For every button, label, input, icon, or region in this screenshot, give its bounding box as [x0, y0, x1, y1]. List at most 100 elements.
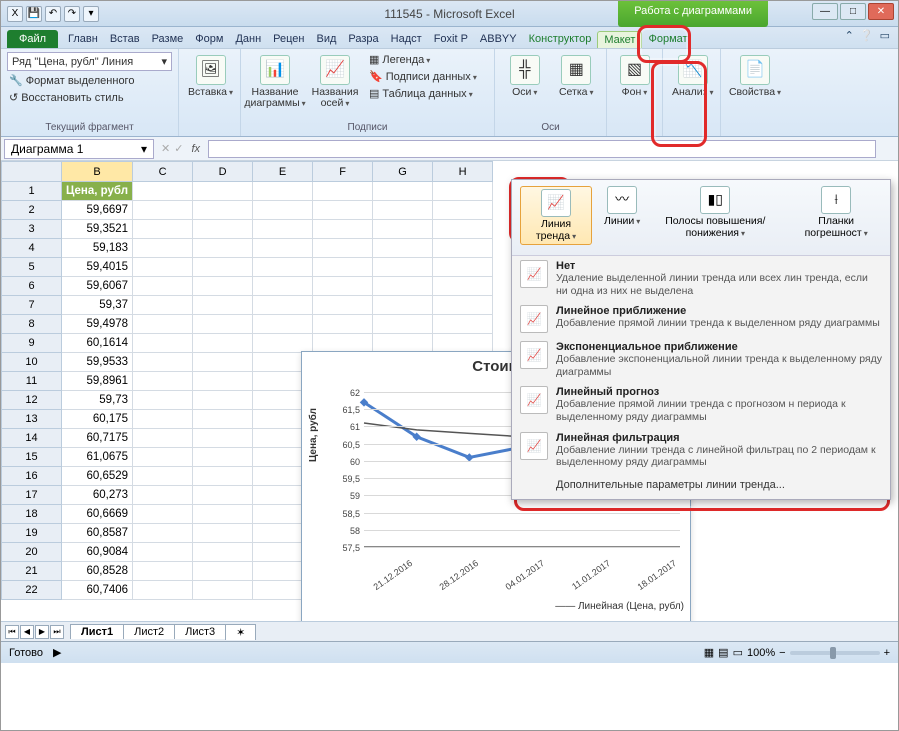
- name-box[interactable]: Диаграмма 1▾: [4, 139, 154, 159]
- tab-foxit[interactable]: Foxit P: [428, 30, 474, 48]
- row-header[interactable]: 6: [2, 277, 62, 296]
- tab-data[interactable]: Данн: [229, 30, 267, 48]
- cell-B13[interactable]: 60,175: [62, 410, 133, 429]
- col-header-G[interactable]: G: [373, 162, 433, 182]
- cell-B5[interactable]: 59,4015: [62, 258, 133, 277]
- row-header[interactable]: 4: [2, 239, 62, 258]
- zoom-in-button[interactable]: +: [884, 647, 890, 659]
- data-labels-button[interactable]: 🔖 Подписи данных: [367, 69, 479, 84]
- sheet-tab-1[interactable]: Лист1: [70, 624, 124, 639]
- cell-B8[interactable]: 59,4978: [62, 315, 133, 334]
- ribbon-minimize-icon[interactable]: ⌃: [845, 29, 854, 42]
- row-header[interactable]: 14: [2, 429, 62, 448]
- row-header[interactable]: 16: [2, 467, 62, 486]
- legend-button[interactable]: ▦ Легенда: [367, 52, 479, 67]
- window-options-icon[interactable]: ▭: [880, 29, 890, 42]
- trendline-option[interactable]: 📈 НетУдаление выделенной линии тренда ил…: [512, 256, 890, 301]
- col-header-E[interactable]: E: [253, 162, 313, 182]
- row-header[interactable]: 9: [2, 334, 62, 353]
- sheet-nav-first[interactable]: ⏮: [5, 625, 19, 639]
- tab-pagelayout[interactable]: Разме: [146, 30, 190, 48]
- file-tab[interactable]: Файл: [7, 30, 58, 48]
- tab-chart-design[interactable]: Конструктор: [523, 30, 598, 48]
- tab-home[interactable]: Главн: [62, 30, 104, 48]
- row-header[interactable]: 11: [2, 372, 62, 391]
- sheet-tab-2[interactable]: Лист2: [123, 624, 175, 639]
- cell-B18[interactable]: 60,6669: [62, 505, 133, 524]
- col-header-D[interactable]: D: [193, 162, 253, 182]
- cell-B17[interactable]: 60,273: [62, 486, 133, 505]
- tab-insert[interactable]: Встав: [104, 30, 146, 48]
- row-header[interactable]: 18: [2, 505, 62, 524]
- cell-B14[interactable]: 60,7175: [62, 429, 133, 448]
- macro-record-icon[interactable]: ▶: [53, 646, 61, 659]
- gridlines-button[interactable]: ▦Сетка: [553, 52, 601, 99]
- tab-review[interactable]: Рецен: [267, 30, 310, 48]
- sheet-tab-3[interactable]: Лист3: [174, 624, 226, 639]
- cell-B9[interactable]: 60,1614: [62, 334, 133, 353]
- row-header[interactable]: 3: [2, 220, 62, 239]
- cell-B2[interactable]: 59,6697: [62, 201, 133, 220]
- row-header[interactable]: 13: [2, 410, 62, 429]
- formula-input[interactable]: [208, 140, 876, 158]
- undo-icon[interactable]: ↶: [45, 6, 61, 22]
- lines-button[interactable]: 〰Линии: [604, 186, 640, 228]
- cell-B10[interactable]: 59,9533: [62, 353, 133, 372]
- tab-chart-layout[interactable]: Макет: [597, 31, 642, 48]
- trendline-option[interactable]: 📈 Экспоненциальное приближениеДобавление…: [512, 337, 890, 382]
- tab-chart-format[interactable]: Формат: [642, 30, 693, 48]
- cell-B7[interactable]: 59,37: [62, 296, 133, 315]
- reset-style-button[interactable]: ↺ Восстановить стиль: [7, 90, 172, 105]
- save-icon[interactable]: 💾: [26, 6, 42, 22]
- col-header-C[interactable]: C: [133, 162, 193, 182]
- updown-bars-button[interactable]: ▮▯Полосы повышения/понижения: [652, 186, 778, 239]
- axis-titles-button[interactable]: 📈Названия осей: [307, 52, 363, 110]
- maximize-button[interactable]: □: [840, 3, 866, 20]
- axes-button[interactable]: ╬Оси: [501, 52, 549, 99]
- insert-shape-button[interactable]: 🖼Вставка: [185, 52, 236, 99]
- qat-more-icon[interactable]: ▾: [83, 6, 99, 22]
- sheet-nav-next[interactable]: ▶: [35, 625, 49, 639]
- row-header[interactable]: 15: [2, 448, 62, 467]
- chart-element-selector[interactable]: Ряд "Цена, рубл" Линия▾: [7, 52, 172, 71]
- properties-button[interactable]: 📄Свойства: [727, 52, 783, 99]
- row-header[interactable]: 5: [2, 258, 62, 277]
- chart-title-button[interactable]: 📊Название диаграммы: [247, 52, 303, 110]
- tab-addins[interactable]: Надст: [385, 30, 428, 48]
- sheet-nav-prev[interactable]: ◀: [20, 625, 34, 639]
- error-bars-button[interactable]: ⟊Планки погрешност: [790, 186, 882, 239]
- col-header-F[interactable]: F: [313, 162, 373, 182]
- close-button[interactable]: ✕: [868, 3, 894, 20]
- select-all-corner[interactable]: [2, 162, 62, 182]
- tab-formulas[interactable]: Форм: [189, 30, 229, 48]
- cell-B12[interactable]: 59,73: [62, 391, 133, 410]
- row-header[interactable]: 7: [2, 296, 62, 315]
- row-header[interactable]: 10: [2, 353, 62, 372]
- cell-B6[interactable]: 59,6067: [62, 277, 133, 296]
- tab-view[interactable]: Вид: [311, 30, 343, 48]
- row-header[interactable]: 12: [2, 391, 62, 410]
- row-header[interactable]: 17: [2, 486, 62, 505]
- redo-icon[interactable]: ↷: [64, 6, 80, 22]
- fx-icon[interactable]: fx: [191, 143, 200, 155]
- row-header[interactable]: 8: [2, 315, 62, 334]
- cell-B3[interactable]: 59,3521: [62, 220, 133, 239]
- minimize-button[interactable]: —: [812, 3, 838, 20]
- zoom-slider[interactable]: [790, 651, 880, 655]
- row-header[interactable]: 2: [2, 201, 62, 220]
- cell-B16[interactable]: 60,6529: [62, 467, 133, 486]
- row-header[interactable]: 21: [2, 562, 62, 581]
- new-sheet-tab[interactable]: ✶: [225, 624, 256, 640]
- cell-B4[interactable]: 59,183: [62, 239, 133, 258]
- row-header[interactable]: 20: [2, 543, 62, 562]
- sheet-nav-last[interactable]: ⏭: [50, 625, 64, 639]
- view-pagebreak-icon[interactable]: ▭: [733, 646, 743, 659]
- trendline-more-options[interactable]: Дополнительные параметры линии тренда...: [512, 473, 890, 499]
- format-selection-button[interactable]: 🔧 Формат выделенного: [7, 73, 172, 88]
- data-table-button[interactable]: ▤ Таблица данных: [367, 86, 479, 101]
- view-normal-icon[interactable]: ▦: [704, 646, 714, 659]
- help-icon[interactable]: ❔: [860, 29, 874, 42]
- row-header[interactable]: 22: [2, 581, 62, 600]
- trendline-option[interactable]: 📈 Линейный прогнозДобавление прямой лини…: [512, 382, 890, 427]
- cell-B11[interactable]: 59,8961: [62, 372, 133, 391]
